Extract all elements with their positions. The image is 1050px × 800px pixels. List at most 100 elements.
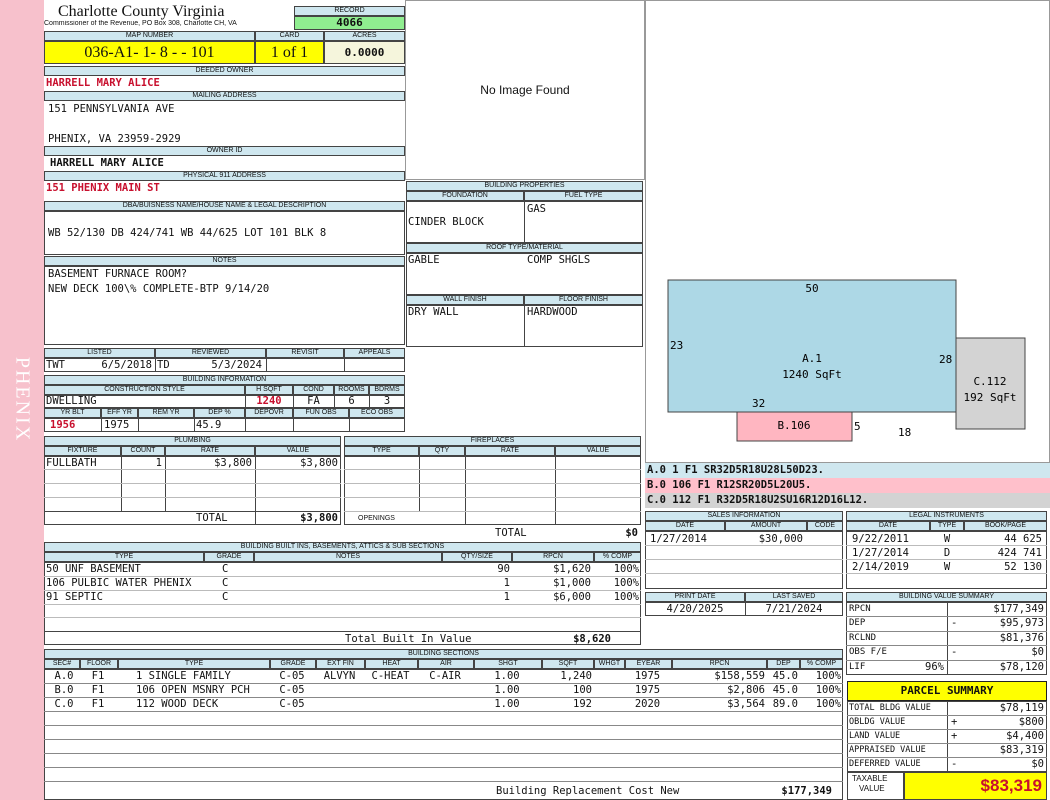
taxable-value: $83,319	[904, 772, 1047, 800]
building-sketch: A.1 1240 SqFt B.106 C.112 192 SqFt 50 23…	[667, 279, 1026, 442]
card-number: 1 of 1	[255, 41, 324, 64]
card-label: CARD	[255, 31, 324, 41]
sections-cell: 106 OPEN MSNRY PCH	[136, 684, 250, 696]
wall-finish-value: DRY WALL	[408, 306, 459, 318]
funobs-label: FUN OBS	[293, 408, 349, 418]
deeded-owner-label: DEEDED OWNER	[44, 66, 405, 76]
sale-date: 1/27/2014	[650, 533, 707, 545]
sketch-area-a	[667, 279, 957, 413]
value-summary-label: RPCN	[849, 604, 871, 614]
plumbing-count: 1	[155, 457, 162, 469]
legal-header-type: TYPE	[930, 521, 964, 531]
fuel-type-label: FUEL TYPE	[524, 191, 643, 201]
last-saved-label: LAST SAVED	[745, 592, 843, 602]
sale-amount: $30,000	[758, 533, 803, 545]
acres-value: 0.0000	[324, 41, 405, 64]
value-summary-pct: 96%	[925, 660, 944, 673]
plumbing-value: $3,800	[300, 457, 338, 469]
builtins-cell: $1,620	[553, 563, 591, 575]
no-image-text: No Image Found	[480, 83, 570, 97]
sections-cell: A.0	[54, 670, 74, 682]
sections-cell: 100%	[815, 698, 841, 710]
foundation-label: FOUNDATION	[406, 191, 524, 201]
sketch-dim-right: 28	[939, 353, 952, 366]
sections-cell: 192	[573, 698, 592, 710]
builtins-cell: $1,000	[553, 577, 591, 589]
bdrms-value: 3	[383, 395, 391, 407]
legal-header-date: DATE	[846, 521, 930, 531]
reviewed-label: REVIEWED	[155, 348, 266, 358]
listed-label: LISTED	[44, 348, 155, 358]
physical-address-label: PHYSICAL 911 ADDRESS	[44, 171, 405, 181]
sections-cell: C-05	[279, 698, 305, 710]
yrblt-label: YR BLT	[44, 408, 101, 418]
value-summary-title: BUILDING VALUE SUMMARY	[846, 592, 1047, 602]
sketch-a-sqft: 1240 SqFt	[782, 368, 842, 381]
notes-line2: NEW DECK 100\% COMPLETE-BTP 9/14/20	[48, 283, 270, 295]
plumbing-header-rate: RATE	[165, 446, 255, 456]
value-summary-label: DEP	[849, 618, 866, 629]
sections-header: SEC#	[44, 659, 80, 669]
remyr-label: REM YR	[138, 408, 194, 418]
appeals-label: APPEALS	[344, 348, 405, 358]
builtins-total: $8,620	[573, 633, 611, 645]
sections-cell: 1975	[634, 684, 661, 696]
sections-cell: 100%	[815, 684, 841, 696]
builtins-cell: 100%	[613, 591, 639, 603]
sections-cell: $2,806	[727, 684, 765, 696]
legal-description: WB 52/130 DB 424/741 WB 44/625 LOT 101 B…	[48, 227, 327, 239]
builtins-header-grade: GRADE	[204, 552, 254, 562]
parcel-row-label: APPRAISED VALUE	[849, 745, 926, 755]
building-info-title: BUILDING INFORMATION	[44, 375, 405, 385]
plumbing-rate: $3,800	[214, 457, 252, 469]
parcel-row-value: $83,319	[999, 744, 1044, 756]
physical-address: 151 PHENIX MAIN ST	[46, 182, 160, 194]
wall-finish-label: WALL FINISH	[406, 295, 524, 305]
mailing-address-label: MAILING ADDRESS	[44, 91, 405, 101]
sections-title: BUILDING SECTIONS	[44, 649, 843, 659]
sections-header: GRADE	[270, 659, 316, 669]
fireplaces-header-rate: RATE	[465, 446, 555, 456]
value-summary-value: $81,376	[999, 631, 1044, 644]
legal-date: 1/27/2014	[852, 547, 909, 559]
value-summary-label: RCLND	[849, 632, 877, 643]
sections-cell: C-05	[279, 684, 305, 696]
builtins-cell: C	[222, 591, 229, 603]
sketch-frame: A.1 1240 SqFt B.106 C.112 192 SqFt 50 23…	[645, 0, 1050, 463]
parcel-row-label: TOTAL BLDG VALUE	[849, 703, 931, 713]
sketch-a-label: A.1	[802, 352, 822, 365]
sections-header: % COMP	[800, 659, 843, 669]
acres-label: ACRES	[324, 31, 405, 41]
builtins-total-label: Total Built In Value	[345, 633, 472, 645]
sections-header: TYPE	[118, 659, 270, 669]
sketch-code-c: C.0 112 F1 R32D5R18U2SU16R12D16L12.	[645, 493, 1050, 508]
legal-description-label: DBA/BUISNESS NAME/HOUSE NAME & LEGAL DES…	[44, 201, 405, 211]
value-summary-value: $95,973	[999, 617, 1044, 630]
sidebar-district: PHENIX	[0, 0, 44, 800]
sketch-code-b: B.0 106 F1 R12SR20D5L20U5.	[645, 478, 1050, 493]
sections-header: HEAT	[365, 659, 418, 669]
sections-cell: 1,240	[560, 670, 592, 682]
legal-type: D	[943, 547, 951, 559]
parcel-summary-title: PARCEL SUMMARY	[847, 681, 1047, 701]
mailing-line1: 151 PENNSYLVANIA AVE	[48, 103, 175, 115]
builtins-cell: 91 SEPTIC	[46, 591, 103, 603]
fireplaces-openings-label: OPENINGS	[358, 515, 395, 522]
sections-cell: 1.00	[494, 684, 520, 696]
value-summary-value: $177,349	[993, 603, 1044, 615]
sections-header: SHGT	[474, 659, 542, 669]
record-label: RECORD	[294, 6, 405, 16]
cond-value: FA	[307, 395, 320, 407]
builtins-cell: 106 PULBIC WATER PHENIX	[46, 577, 192, 589]
rcn-value: $177,349	[781, 785, 832, 797]
map-number: 036-A1- 1- 8 - - 101	[44, 41, 255, 64]
parcel-row-label: DEFERRED VALUE	[849, 759, 921, 769]
builtins-header-qty: QTY/SIZE	[442, 552, 512, 562]
sketch-dim-bottom: 18	[898, 426, 911, 439]
sections-header: EYEAR	[625, 659, 672, 669]
record-number: 4066	[294, 16, 405, 30]
sections-cell: 1975	[634, 670, 661, 682]
sales-title: SALES INFORMATION	[645, 511, 843, 521]
fuel-type-value: GAS	[527, 203, 546, 215]
sketch-code-a: A.0 1 F1 SR32D5R18U28L50D23.	[645, 463, 1050, 478]
